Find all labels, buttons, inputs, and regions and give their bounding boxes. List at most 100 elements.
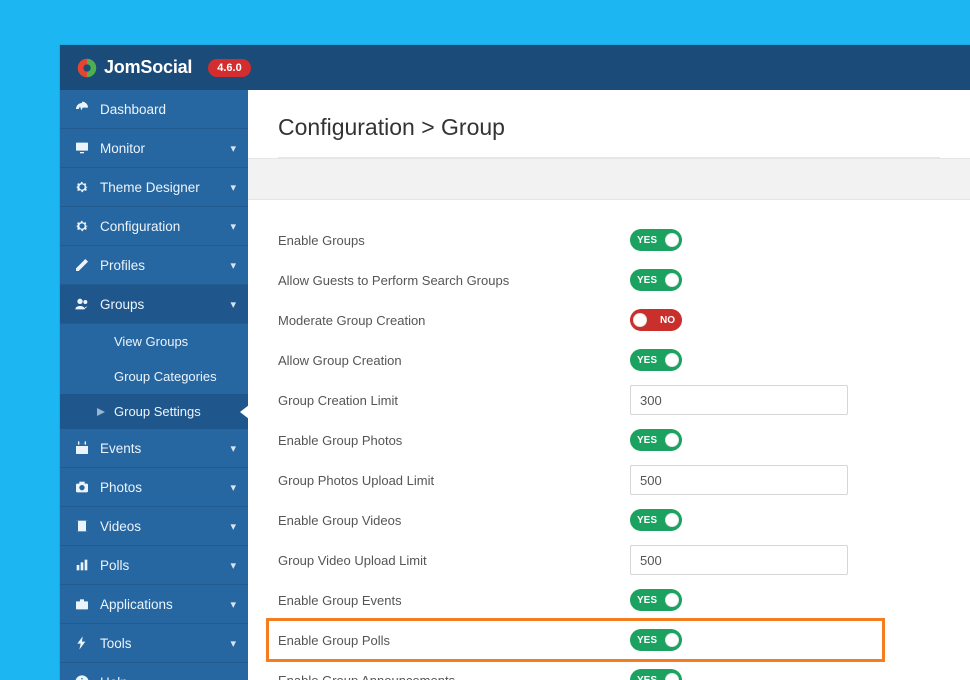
sidebar-item-profiles[interactable]: Profiles▾ xyxy=(60,246,248,285)
camera-icon xyxy=(74,479,90,495)
setting-row: Enable Group AnnouncementsYES xyxy=(278,660,940,680)
sidebar-item-label: Theme Designer xyxy=(100,180,230,195)
gear-icon xyxy=(74,179,90,195)
toggle-knob xyxy=(665,353,679,367)
toggle-enable-groups[interactable]: YES xyxy=(630,229,682,251)
toggle-knob xyxy=(665,673,679,680)
toggle-text: YES xyxy=(637,515,657,526)
sidebar-item-applications[interactable]: Applications▾ xyxy=(60,585,248,624)
setting-row: Group Photos Upload Limit xyxy=(278,460,940,500)
sidebar-item-group-settings[interactable]: Group Settings xyxy=(60,394,248,429)
setting-label: Allow Group Creation xyxy=(278,353,630,368)
sidebar-item-label: Monitor xyxy=(100,141,230,156)
toggle-enable-group-videos[interactable]: YES xyxy=(630,509,682,531)
toggle-enable-group-photos[interactable]: YES xyxy=(630,429,682,451)
setting-label: Enable Group Events xyxy=(278,593,630,608)
setting-label: Group Creation Limit xyxy=(278,393,630,408)
sidebar-item-label: Polls xyxy=(100,558,230,573)
toggle-knob xyxy=(665,273,679,287)
sidebar-item-tools[interactable]: Tools▾ xyxy=(60,624,248,663)
chevron-down-icon: ▾ xyxy=(230,481,236,494)
toggle-knob xyxy=(665,513,679,527)
setting-label: Group Photos Upload Limit xyxy=(278,473,630,488)
setting-label: Enable Group Polls xyxy=(278,633,630,648)
toggle-text: YES xyxy=(637,635,657,646)
toggle-knob xyxy=(633,313,647,327)
chevron-down-icon: ▾ xyxy=(230,259,236,272)
setting-label: Enable Group Videos xyxy=(278,513,630,528)
toggle-enable-group-polls[interactable]: YES xyxy=(630,629,682,651)
topbar: JomSocial 4.6.0 xyxy=(60,45,970,90)
sidebar-item-label: Help xyxy=(100,675,230,680)
sidebar-item-photos[interactable]: Photos▾ xyxy=(60,468,248,507)
toggle-allow-group-creation[interactable]: YES xyxy=(630,349,682,371)
sidebar-item-dashboard[interactable]: Dashboard xyxy=(60,90,248,129)
setting-label: Allow Guests to Perform Search Groups xyxy=(278,273,630,288)
sidebar-item-label: Profiles xyxy=(100,258,230,273)
toggle-allow-guests-to-perform-search-groups[interactable]: YES xyxy=(630,269,682,291)
toggle-moderate-group-creation[interactable]: NO xyxy=(630,309,682,331)
chevron-down-icon: ▾ xyxy=(230,676,236,680)
sidebar-item-events[interactable]: Events▾ xyxy=(60,429,248,468)
setting-row: Enable Group Polls YES xyxy=(278,620,940,660)
info-icon xyxy=(74,674,90,680)
sidebar-item-view-groups[interactable]: View Groups xyxy=(60,324,248,359)
sidebar-item-group-categories[interactable]: Group Categories xyxy=(60,359,248,394)
toggle-knob xyxy=(665,633,679,647)
monitor-icon xyxy=(74,140,90,156)
sidebar-item-monitor[interactable]: Monitor▾ xyxy=(60,129,248,168)
sidebar-item-configuration[interactable]: Configuration▾ xyxy=(60,207,248,246)
toggle-enable-group-announcements[interactable]: YES xyxy=(630,669,682,680)
input-group-creation-limit[interactable] xyxy=(630,385,848,415)
sidebar-item-label: Videos xyxy=(100,519,230,534)
version-badge: 4.6.0 xyxy=(208,59,250,77)
page-title: Configuration > Group xyxy=(278,114,940,141)
sidebar-item-label: Configuration xyxy=(100,219,230,234)
chevron-down-icon: ▾ xyxy=(230,637,236,650)
chevron-down-icon: ▾ xyxy=(230,598,236,611)
body: DashboardMonitor▾Theme Designer▾Configur… xyxy=(60,90,970,680)
sidebar-item-label: Group Categories xyxy=(114,369,236,384)
sidebar-item-label: Dashboard xyxy=(100,102,236,117)
sidebar-item-help[interactable]: Help▾ xyxy=(60,663,248,680)
chevron-down-icon: ▾ xyxy=(230,559,236,572)
caret-right-icon xyxy=(96,404,106,420)
app-shell: JomSocial 4.6.0 DashboardMonitor▾Theme D… xyxy=(60,45,970,680)
sidebar-item-theme-designer[interactable]: Theme Designer▾ xyxy=(60,168,248,207)
logo-icon xyxy=(76,57,98,79)
sidebar-item-label: Applications xyxy=(100,597,230,612)
sidebar: DashboardMonitor▾Theme Designer▾Configur… xyxy=(60,90,248,680)
case-icon xyxy=(74,596,90,612)
input-group-photos-upload-limit[interactable] xyxy=(630,465,848,495)
sidebar-item-label: Tools xyxy=(100,636,230,651)
setting-row: Group Creation Limit xyxy=(278,380,940,420)
sidebar-item-label: View Groups xyxy=(114,334,236,349)
chevron-down-icon: ▾ xyxy=(230,142,236,155)
toggle-knob xyxy=(665,433,679,447)
toggle-enable-group-events[interactable]: YES xyxy=(630,589,682,611)
brand[interactable]: JomSocial xyxy=(76,57,192,79)
setting-row: Group Video Upload Limit xyxy=(278,540,940,580)
brand-name: JomSocial xyxy=(104,57,192,78)
toggle-text: YES xyxy=(637,355,657,366)
sidebar-item-label: Groups xyxy=(100,297,230,312)
toggle-knob xyxy=(665,233,679,247)
section-header-bar xyxy=(248,158,970,200)
setting-row: Allow Group Creation YES xyxy=(278,340,940,380)
cal-icon xyxy=(74,440,90,456)
sidebar-item-videos[interactable]: Videos▾ xyxy=(60,507,248,546)
toggle-text: YES xyxy=(637,435,657,446)
setting-row: Enable Group Events YES xyxy=(278,580,940,620)
toggle-text: YES xyxy=(637,595,657,606)
gear-icon xyxy=(74,218,90,234)
sidebar-item-groups[interactable]: Groups▾ xyxy=(60,285,248,324)
sidebar-item-label: Photos xyxy=(100,480,230,495)
setting-row: Enable Group PhotosYES xyxy=(278,420,940,460)
sidebar-item-label: Group Settings xyxy=(114,404,236,419)
sidebar-item-polls[interactable]: Polls▾ xyxy=(60,546,248,585)
edit-icon xyxy=(74,257,90,273)
sidebar-item-label: Events xyxy=(100,441,230,456)
input-group-video-upload-limit[interactable] xyxy=(630,545,848,575)
chevron-down-icon: ▾ xyxy=(230,442,236,455)
setting-label: Group Video Upload Limit xyxy=(278,553,630,568)
